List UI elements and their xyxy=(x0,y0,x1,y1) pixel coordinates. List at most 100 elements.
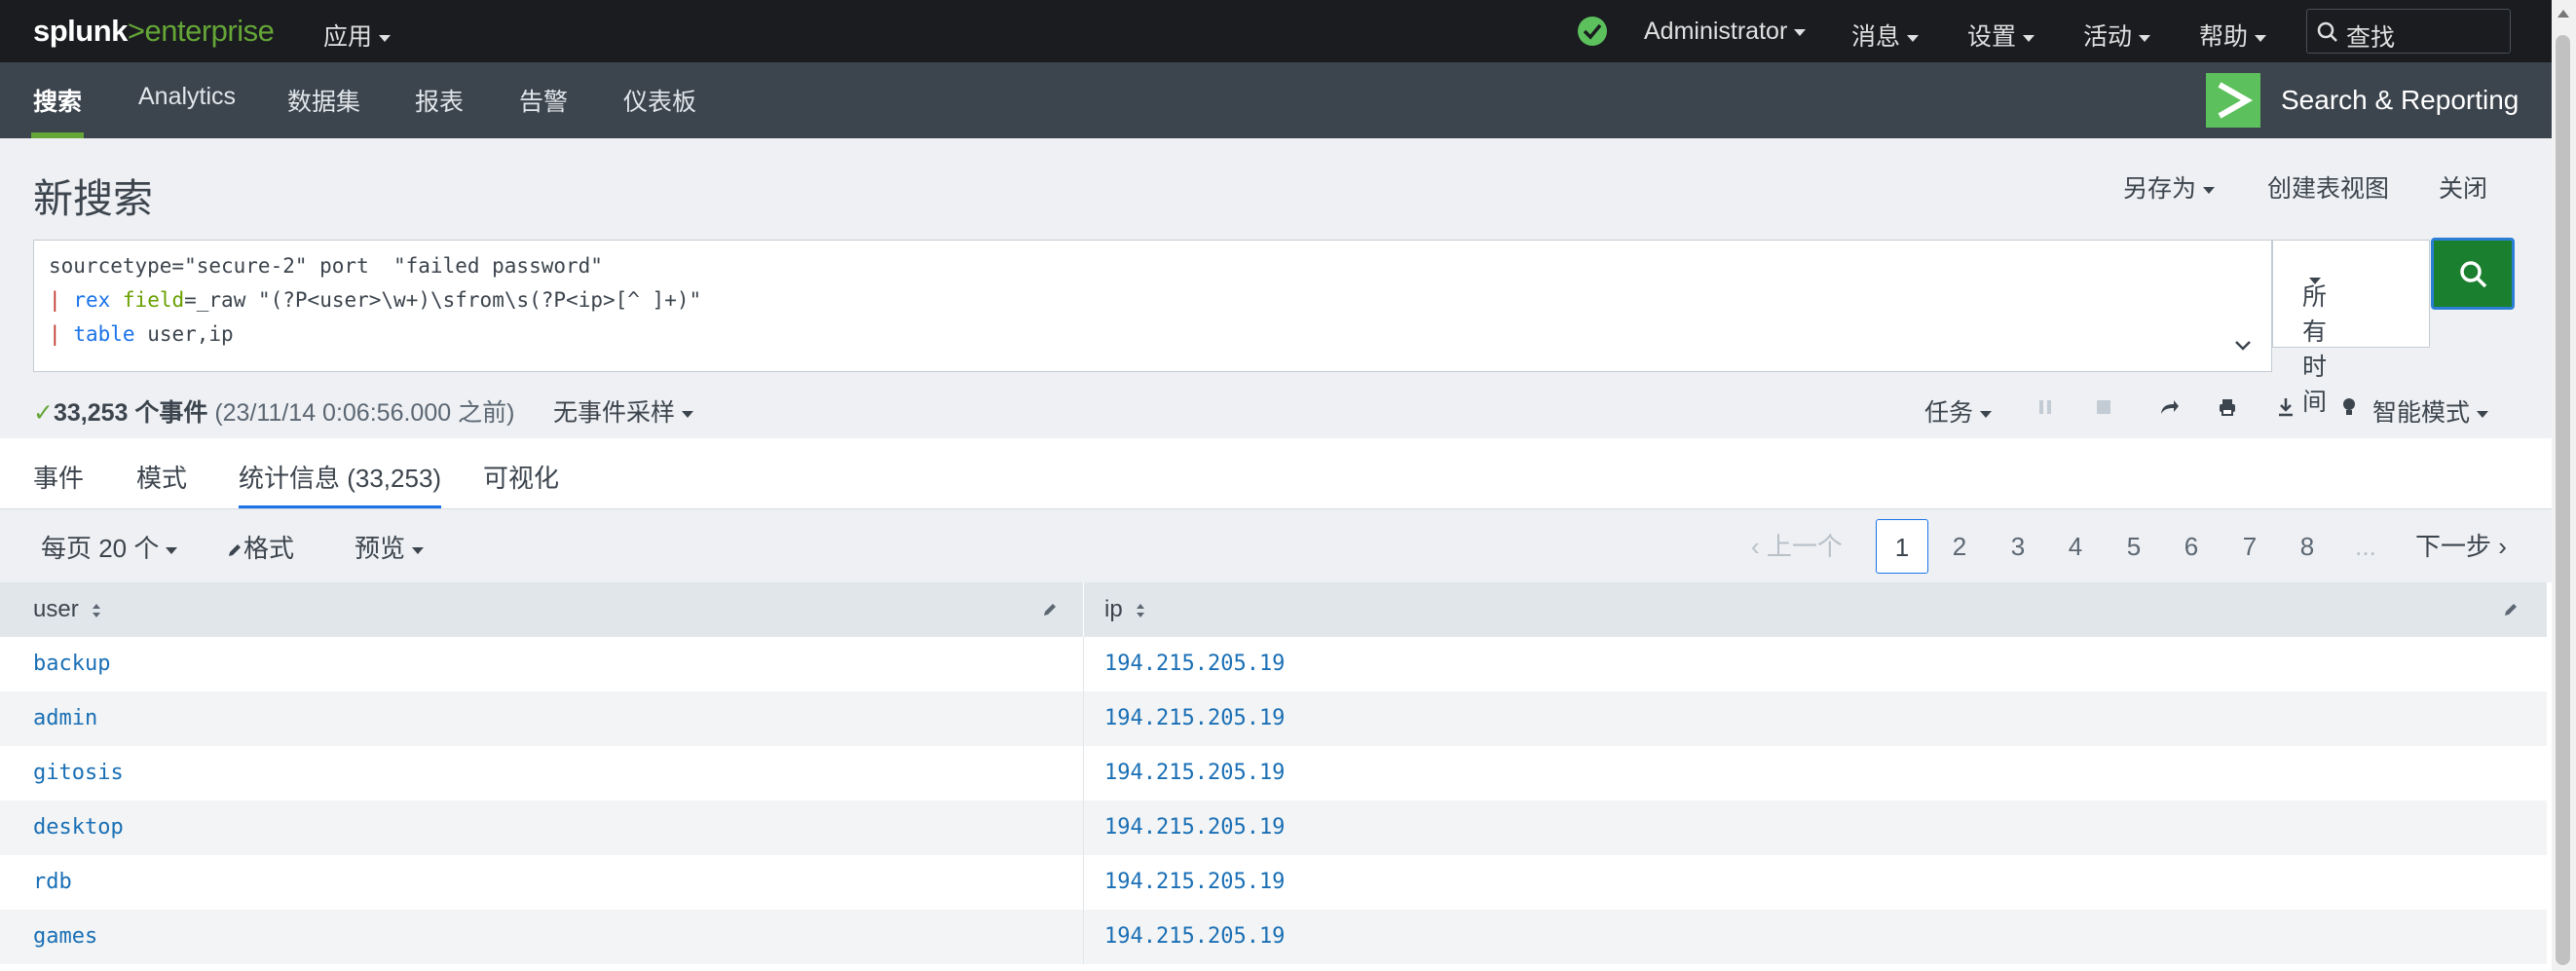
chevron-down-icon xyxy=(1980,410,1993,418)
page-2[interactable]: 2 xyxy=(1933,519,1986,574)
table-row: rdb 194.215.205.19 xyxy=(0,855,2547,910)
table-row: admin 194.215.205.19 xyxy=(0,691,2547,746)
column-header-ip[interactable]: ip xyxy=(1104,582,1146,637)
ip-cell[interactable]: 194.215.205.19 xyxy=(1104,855,1285,910)
column-divider xyxy=(1083,691,1084,746)
edit-column-icon[interactable] xyxy=(2503,602,2519,617)
user-cell[interactable]: desktop xyxy=(33,801,124,855)
user-cell[interactable]: backup xyxy=(33,637,110,691)
page-4[interactable]: 4 xyxy=(2049,519,2102,574)
messages-menu[interactable]: 消息 xyxy=(1851,18,1920,53)
tab-reports[interactable]: 报表 xyxy=(415,83,464,138)
tab-visualization[interactable]: 可视化 xyxy=(483,459,559,509)
chevron-down-icon xyxy=(2309,278,2321,284)
chevron-down-icon xyxy=(1794,28,1807,36)
scrollbar-thumb[interactable] xyxy=(2556,35,2570,965)
chevron-down-icon xyxy=(166,546,178,554)
tab-statistics[interactable]: 统计信息 (33,253) xyxy=(239,459,442,509)
chevron-down-icon xyxy=(379,34,392,42)
page-3[interactable]: 3 xyxy=(1992,519,2044,574)
user-cell[interactable]: gitosis xyxy=(33,746,124,801)
user-menu[interactable]: Administrator xyxy=(1644,18,1807,46)
ip-cell[interactable]: 194.215.205.19 xyxy=(1104,637,1285,691)
page-scrollbar[interactable] xyxy=(2552,0,2576,971)
page-1[interactable]: 1 xyxy=(1876,519,1928,574)
sort-icon[interactable] xyxy=(1135,601,1146,620)
ip-cell[interactable]: 194.215.205.19 xyxy=(1104,801,1285,855)
event-sampling-menu[interactable]: 无事件采样 xyxy=(553,393,694,429)
page-7[interactable]: 7 xyxy=(2223,519,2276,574)
top-nav-bar: splunk>enterprise 应用 Administrator 消息 设置… xyxy=(0,0,2552,62)
preview-menu[interactable]: 预览 xyxy=(355,529,425,565)
ip-cell[interactable]: 194.215.205.19 xyxy=(1104,746,1285,801)
chevron-down-icon xyxy=(682,410,694,418)
search-button[interactable] xyxy=(2431,238,2515,310)
query-line-3: | table user,ip xyxy=(49,322,234,346)
download-icon[interactable] xyxy=(2275,396,2296,418)
chevron-down-icon xyxy=(2255,34,2267,42)
activity-menu[interactable]: 活动 xyxy=(2083,18,2151,53)
tab-patterns[interactable]: 模式 xyxy=(136,459,187,509)
column-divider xyxy=(1083,801,1084,855)
edit-column-icon[interactable] xyxy=(1042,602,1058,617)
column-divider xyxy=(1083,637,1084,691)
column-header-user[interactable]: user xyxy=(33,582,102,637)
global-search-input[interactable]: 查找 xyxy=(2306,9,2511,54)
check-icon: ✓ xyxy=(33,399,54,427)
tab-dashboards[interactable]: 仪表板 xyxy=(623,83,696,138)
time-range-picker[interactable]: 所有时间 xyxy=(2272,240,2430,416)
app-name[interactable]: Search & Reporting xyxy=(2281,85,2519,116)
tab-alerts[interactable]: 告警 xyxy=(519,83,568,138)
user-cell[interactable]: games xyxy=(33,910,97,964)
search-mode-menu[interactable]: 智能模式 xyxy=(2372,393,2489,429)
next-page-button[interactable]: 下一步 › xyxy=(2415,519,2507,574)
close-button[interactable]: 关闭 xyxy=(2439,169,2487,205)
user-cell[interactable]: admin xyxy=(33,691,97,746)
scroll-up-icon[interactable] xyxy=(2557,10,2569,18)
pause-icon[interactable] xyxy=(2037,396,2053,418)
format-button[interactable]: 格式 xyxy=(226,529,294,565)
jobs-menu[interactable]: 任务 xyxy=(1924,393,1993,429)
tab-events[interactable]: 事件 xyxy=(33,459,84,509)
app-nav-bar: 搜索 Analytics 数据集 报表 告警 仪表板 Search & Repo… xyxy=(0,62,2552,138)
settings-menu[interactable]: 设置 xyxy=(1967,18,2035,53)
search-query-editor[interactable]: sourcetype="secure-2" port "failed passw… xyxy=(33,240,2272,372)
stop-icon[interactable] xyxy=(2094,396,2113,418)
search-header: 新搜索 另存为 创建表视图 关闭 sourcetype="secure-2" p… xyxy=(0,138,2552,438)
event-count: 33,253 个事件 xyxy=(53,399,208,427)
share-icon[interactable] xyxy=(2158,396,2180,418)
pencil-icon xyxy=(229,544,241,557)
create-table-view-button[interactable]: 创建表视图 xyxy=(2267,169,2389,205)
ip-cell[interactable]: 194.215.205.19 xyxy=(1104,910,1285,964)
tab-analytics[interactable]: Analytics xyxy=(138,83,236,138)
per-page-menu[interactable]: 每页 20 个 xyxy=(41,529,178,565)
chevron-down-icon xyxy=(1907,34,1920,42)
save-as-menu[interactable]: 另存为 xyxy=(2123,169,2216,205)
page-6[interactable]: 6 xyxy=(2165,519,2218,574)
tab-datasets[interactable]: 数据集 xyxy=(287,83,360,138)
help-menu[interactable]: 帮助 xyxy=(2199,18,2267,53)
column-divider xyxy=(1083,910,1084,964)
page-ellipsis: ... xyxy=(2355,532,2376,561)
results-controls: 每页 20 个 格式 预览 ‹ 上一个 1 2 3 4 5 6 7 8 ... … xyxy=(0,509,2552,582)
user-cell[interactable]: rdb xyxy=(33,855,72,910)
page-8[interactable]: 8 xyxy=(2281,519,2333,574)
splunk-logo[interactable]: splunk>enterprise xyxy=(33,14,275,49)
table-row: backup 194.215.205.19 xyxy=(0,637,2547,691)
column-divider xyxy=(1083,582,1084,637)
apps-menu[interactable]: 应用 xyxy=(323,18,392,53)
chevron-down-icon xyxy=(2477,410,2489,418)
chevron-down-icon xyxy=(2139,34,2151,42)
query-line-1: sourcetype="secure-2" port "failed passw… xyxy=(49,254,603,278)
ip-cell[interactable]: 194.215.205.19 xyxy=(1104,691,1285,746)
prev-page-button[interactable]: ‹ 上一个 xyxy=(1751,519,1843,574)
print-icon[interactable] xyxy=(2217,396,2238,418)
sort-icon[interactable] xyxy=(91,601,102,620)
page-5[interactable]: 5 xyxy=(2108,519,2160,574)
column-divider xyxy=(1083,855,1084,910)
tab-search[interactable]: 搜索 xyxy=(30,83,85,138)
table-header: user ip xyxy=(0,582,2547,637)
app-logo-icon[interactable] xyxy=(2206,73,2260,128)
chevron-down-icon[interactable] xyxy=(2234,340,2252,352)
health-status-icon[interactable] xyxy=(1578,17,1607,46)
